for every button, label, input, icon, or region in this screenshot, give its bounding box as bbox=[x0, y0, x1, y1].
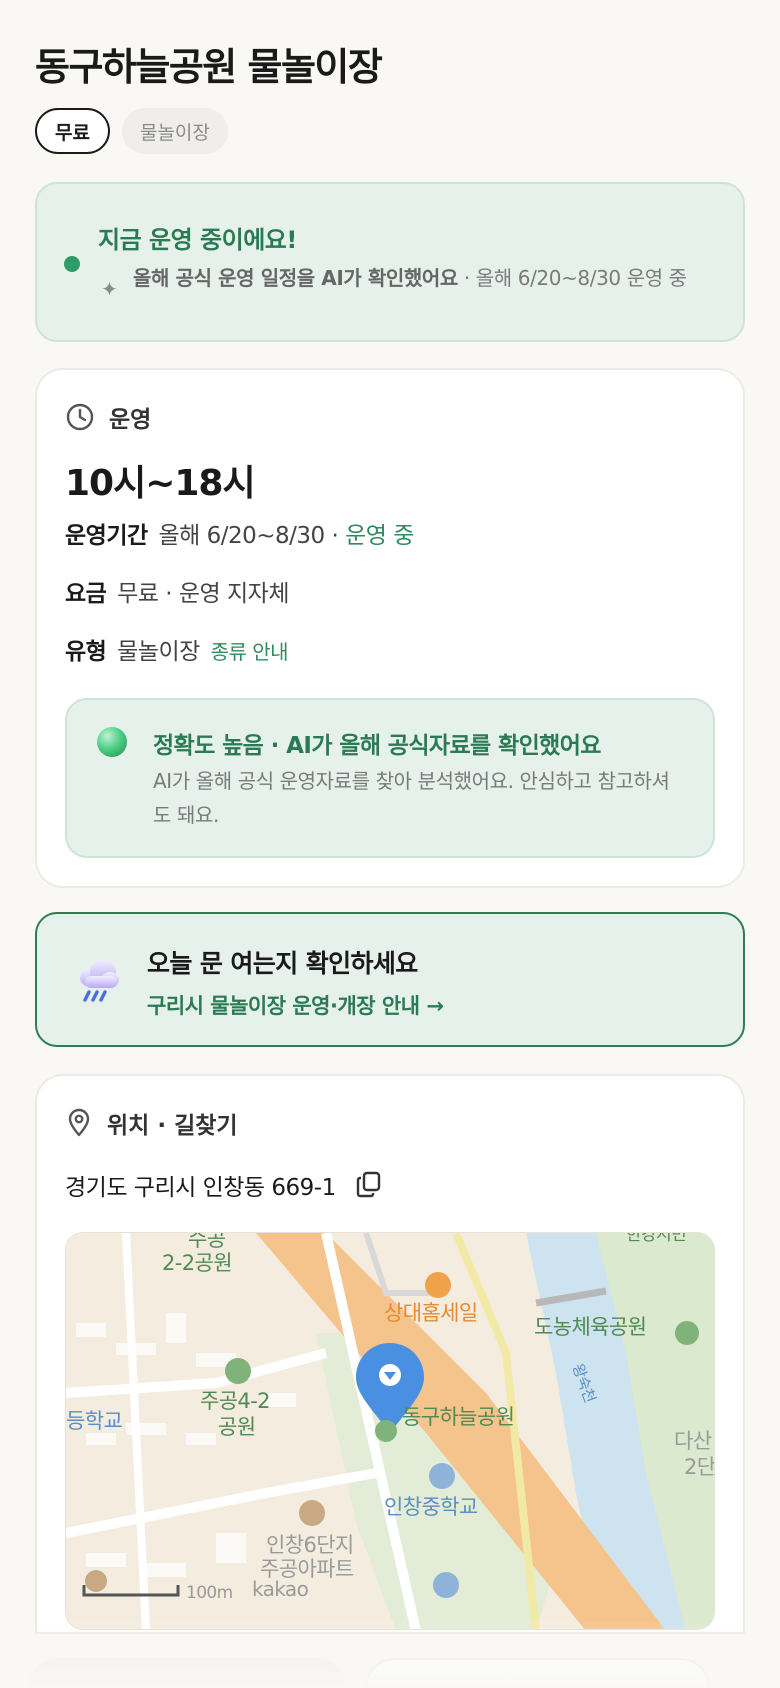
type-row: 유형 물놀이장 종류 안내 bbox=[65, 632, 289, 666]
accuracy-box: 정확도 높음 · AI가 올해 공식자료를 확인했어요 AI가 올해 공식 운영… bbox=[65, 698, 715, 858]
status-ai-note: 올해 공식 운영 일정을 AI가 확인했어요 bbox=[133, 266, 458, 290]
period-key: 운영기간 bbox=[65, 523, 148, 549]
check-open-link[interactable]: 구리시 물놀이장 운영·개장 안내 → bbox=[147, 990, 444, 1020]
status-period: · 올해 6/20~8/30 운영 중 bbox=[457, 266, 687, 290]
map-label-apt-1: 인창6단지 bbox=[266, 1533, 354, 1557]
map-label-sports-park: 도농체육공원 bbox=[534, 1315, 647, 1339]
fee-value: 무료 · 운영 지자체 bbox=[117, 581, 290, 607]
map-label-park-4: 공원 bbox=[218, 1415, 256, 1439]
type-key: 유형 bbox=[65, 639, 107, 665]
map-label-park-2: 2-2공원 bbox=[162, 1251, 233, 1275]
location-pin-icon bbox=[68, 1108, 90, 1137]
map-view[interactable]: 수공 2-2공원 상대홈세일 도농체육공원 주공4-2 공원 동구하늘공원 등학… bbox=[65, 1232, 715, 1630]
chip-waterpark[interactable]: 물놀이장 bbox=[121, 108, 228, 154]
status-card: 지금 운영 중이에요! ✦ 올해 공식 운영 일정을 AI가 확인했어요 · 올… bbox=[35, 182, 745, 342]
period-status: 운영 중 bbox=[345, 523, 414, 549]
location-section-label: 위치 · 길찾기 bbox=[107, 1113, 238, 1139]
map-label-park-1: 수공 bbox=[188, 1232, 226, 1251]
operating-hours: 10시~18시 bbox=[65, 463, 256, 504]
accuracy-title: 정확도 높음 · AI가 올해 공식자료를 확인했어요 bbox=[153, 733, 601, 759]
check-open-title: 오늘 문 여는지 확인하세요 bbox=[147, 949, 418, 978]
accuracy-orb-icon bbox=[97, 727, 127, 757]
address-row: 경기도 구리시 인창동 669-1 bbox=[65, 1168, 382, 1202]
map-label-school-2: 인창중학교 bbox=[384, 1495, 478, 1519]
map-label-school-1: 등학교 bbox=[66, 1409, 123, 1433]
status-title: 지금 운영 중이에요! bbox=[98, 226, 297, 254]
location-section-header: 위치 · 길찾기 bbox=[65, 1106, 238, 1140]
period-value: 올해 6/20~8/30 · bbox=[158, 523, 346, 549]
address-text: 경기도 구리시 인창동 669-1 bbox=[65, 1175, 336, 1201]
clock-icon bbox=[66, 403, 94, 431]
bottom-fade bbox=[0, 1620, 780, 1688]
map-label-riverside: 한강시민 bbox=[626, 1232, 687, 1245]
status-dot-icon bbox=[64, 256, 80, 272]
status-text: 올해 공식 운영 일정을 AI가 확인했어요 · 올해 6/20~8/30 운영… bbox=[133, 264, 733, 292]
period-row: 운영기간 올해 6/20~8/30 · 운영 중 bbox=[65, 516, 414, 550]
location-card: 위치 · 길찾기 경기도 구리시 인창동 669-1 수공 2-2공원 상대홈세… bbox=[35, 1074, 745, 1634]
chip-free[interactable]: 무료 bbox=[35, 108, 110, 154]
hours-section-label: 운영 bbox=[109, 407, 152, 433]
map-scale-label: 100m bbox=[186, 1583, 233, 1603]
accuracy-text: AI가 올해 공식 운영자료를 찾아 분석했어요. 안심하고 참고하셔도 돼요. bbox=[153, 769, 670, 827]
hours-card: 운영 10시~18시 운영기간 올해 6/20~8/30 · 운영 중 요금 무… bbox=[35, 368, 745, 888]
type-value: 물놀이장 bbox=[117, 639, 200, 665]
map-label-target-park: 동구하늘공원 bbox=[402, 1405, 515, 1429]
map-provider-logo: kakao bbox=[252, 1577, 309, 1601]
map-label-area-2: 2단 bbox=[684, 1455, 715, 1479]
copy-icon[interactable] bbox=[356, 1171, 382, 1199]
rain-cloud-icon bbox=[80, 960, 119, 1002]
check-open-card[interactable]: 오늘 문 여는지 확인하세요 구리시 물놀이장 운영·개장 안내 → bbox=[35, 912, 745, 1047]
tag-chips: 무료 물놀이장 bbox=[35, 108, 228, 154]
sparkle-icon: ✦ bbox=[101, 277, 118, 301]
map-label-area-1: 다산 bbox=[674, 1429, 712, 1453]
hours-section-header: 운영 bbox=[65, 400, 151, 434]
fee-key: 요금 bbox=[65, 581, 107, 607]
map-label-park-3: 주공4-2 bbox=[200, 1389, 271, 1413]
map-graphics bbox=[66, 1233, 714, 1629]
fee-row: 요금 무료 · 운영 지자체 bbox=[65, 574, 290, 608]
map-label-store: 상대홈세일 bbox=[384, 1301, 478, 1325]
page-title: 동구하늘공원 물놀이장 bbox=[35, 45, 383, 89]
type-guide-link[interactable]: 종류 안내 bbox=[211, 640, 289, 664]
